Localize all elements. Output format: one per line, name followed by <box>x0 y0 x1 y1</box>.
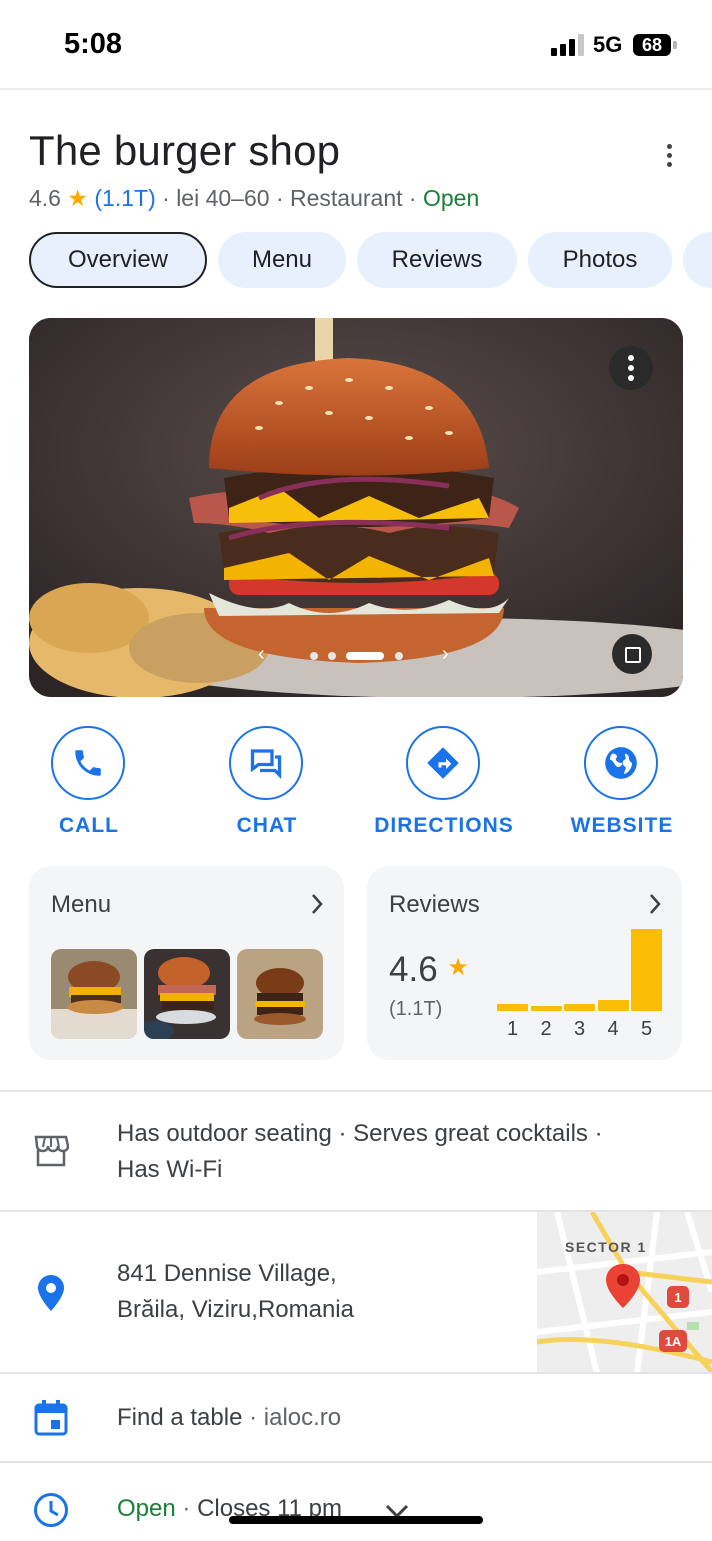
hero-photo[interactable] <box>29 318 683 697</box>
menu-card-title: Menu <box>51 891 112 918</box>
place-summary: 4.6 ★ (1.1T) · lei 40–60 · Restaurant · … <box>29 185 480 211</box>
carousel-prev-icon[interactable]: ‹ <box>258 643 265 666</box>
chevron-right-icon <box>650 894 661 914</box>
chevron-right-icon <box>312 894 323 914</box>
star-icon: ★ <box>67 185 88 211</box>
menu-photo-2[interactable] <box>144 949 230 1039</box>
globe-icon <box>584 726 658 800</box>
directions-button[interactable]: DIRECTIONS <box>369 726 519 846</box>
status-time: 5:08 <box>64 28 123 60</box>
reviews-count: (1.1T) <box>389 998 443 1020</box>
review-count-link[interactable]: (1.1T) <box>94 185 155 211</box>
website-label: WEBSITE <box>570 814 674 837</box>
calendar-icon <box>34 1400 68 1436</box>
directions-label: DIRECTIONS <box>374 814 514 837</box>
divider <box>0 1090 712 1092</box>
website-button[interactable]: WEBSITE <box>547 726 697 846</box>
storefront-icon <box>34 1135 69 1167</box>
reviews-card-title: Reviews <box>389 891 480 918</box>
chat-button[interactable]: CHAT <box>192 726 342 846</box>
map-shield-2: 1A <box>665 1334 682 1349</box>
histogram-bar-3 <box>564 1004 595 1011</box>
histogram-label-1: 1 <box>506 1018 519 1040</box>
histogram-label-3: 3 <box>573 1018 586 1040</box>
phone-icon <box>51 726 125 800</box>
burger-photo <box>29 318 683 697</box>
hours-status: Open <box>117 1495 176 1522</box>
address-text[interactable]: 841 Dennise Village, Brăila, Viziru,Roma… <box>117 1256 354 1328</box>
map-label: SECTOR 1 <box>565 1239 647 1255</box>
rating-value: 4.6 <box>29 185 61 211</box>
expand-icon[interactable] <box>612 634 652 674</box>
tab-overview[interactable]: Overview <box>29 232 207 288</box>
place-title: The burger shop <box>29 127 341 174</box>
tab-menu[interactable]: Menu <box>218 232 346 288</box>
address-line-2: Brăila, Viziru,Romania <box>117 1296 354 1323</box>
histogram-label-4: 4 <box>607 1018 619 1040</box>
address-line-1: 841 Dennise Village, <box>117 1260 337 1287</box>
place-category: Restaurant <box>290 185 403 211</box>
amenities-text: Has outdoor seating · Serves great cockt… <box>117 1116 603 1188</box>
amenities-line-2: Has Wi-Fi <box>117 1156 223 1183</box>
call-button[interactable]: CALL <box>14 726 164 846</box>
home-indicator[interactable] <box>229 1516 483 1524</box>
open-status: Open <box>422 185 480 211</box>
price-range: lei 40–60 <box>176 185 270 211</box>
star-icon: ★ <box>447 954 469 981</box>
map-shield-1: 1 <box>674 1290 681 1305</box>
more-vert-icon[interactable] <box>652 138 686 174</box>
reservation-row[interactable]: Find a table · ialoc.ro <box>117 1400 341 1436</box>
battery-tip <box>673 41 677 49</box>
find-table-label: Find a table <box>117 1404 243 1431</box>
carousel-indicator[interactable]: ‹ › <box>258 643 458 666</box>
reviews-rating-value: 4.6 <box>389 950 438 989</box>
signal-icon <box>551 34 587 56</box>
histogram-bar-2 <box>530 1006 562 1011</box>
directions-icon <box>406 726 480 800</box>
rating-histogram: 12345 <box>497 926 663 1051</box>
menu-card[interactable]: Menu <box>29 866 344 1060</box>
chat-icon <box>229 726 303 800</box>
tab-photos[interactable]: Photos <box>528 232 672 288</box>
carousel-next-icon[interactable]: › <box>442 643 449 666</box>
chat-label: CHAT <box>236 814 298 837</box>
location-pin-icon <box>38 1275 64 1311</box>
histogram-bar-1 <box>497 1004 528 1011</box>
reviews-card[interactable]: Reviews 4.6 ★ (1.1T) 12345 <box>367 866 682 1060</box>
histogram-bar-4 <box>597 999 629 1011</box>
tab-more[interactable] <box>683 232 712 288</box>
histogram-bar-5 <box>631 929 662 1011</box>
menu-photo-3[interactable] <box>237 949 323 1039</box>
amenities-line-1: Has outdoor seating · Serves great cockt… <box>117 1120 603 1147</box>
clock-icon <box>34 1493 68 1527</box>
histogram-label-5: 5 <box>640 1018 653 1040</box>
photo-more-icon[interactable] <box>609 346 653 390</box>
tab-reviews[interactable]: Reviews <box>357 232 517 288</box>
call-label: CALL <box>59 814 119 837</box>
histogram-label-2: 2 <box>540 1018 552 1040</box>
reservation-source: ialoc.ro <box>263 1404 342 1431</box>
divider <box>0 1461 712 1463</box>
battery-icon: 68 <box>633 34 671 56</box>
network-type: 5G <box>593 32 623 57</box>
reviews-rating: 4.6 ★ <box>389 950 469 990</box>
divider <box>0 1372 712 1374</box>
map-thumbnail[interactable]: SECTOR 1 1 1A <box>537 1212 712 1373</box>
menu-photo-1[interactable] <box>51 949 137 1039</box>
